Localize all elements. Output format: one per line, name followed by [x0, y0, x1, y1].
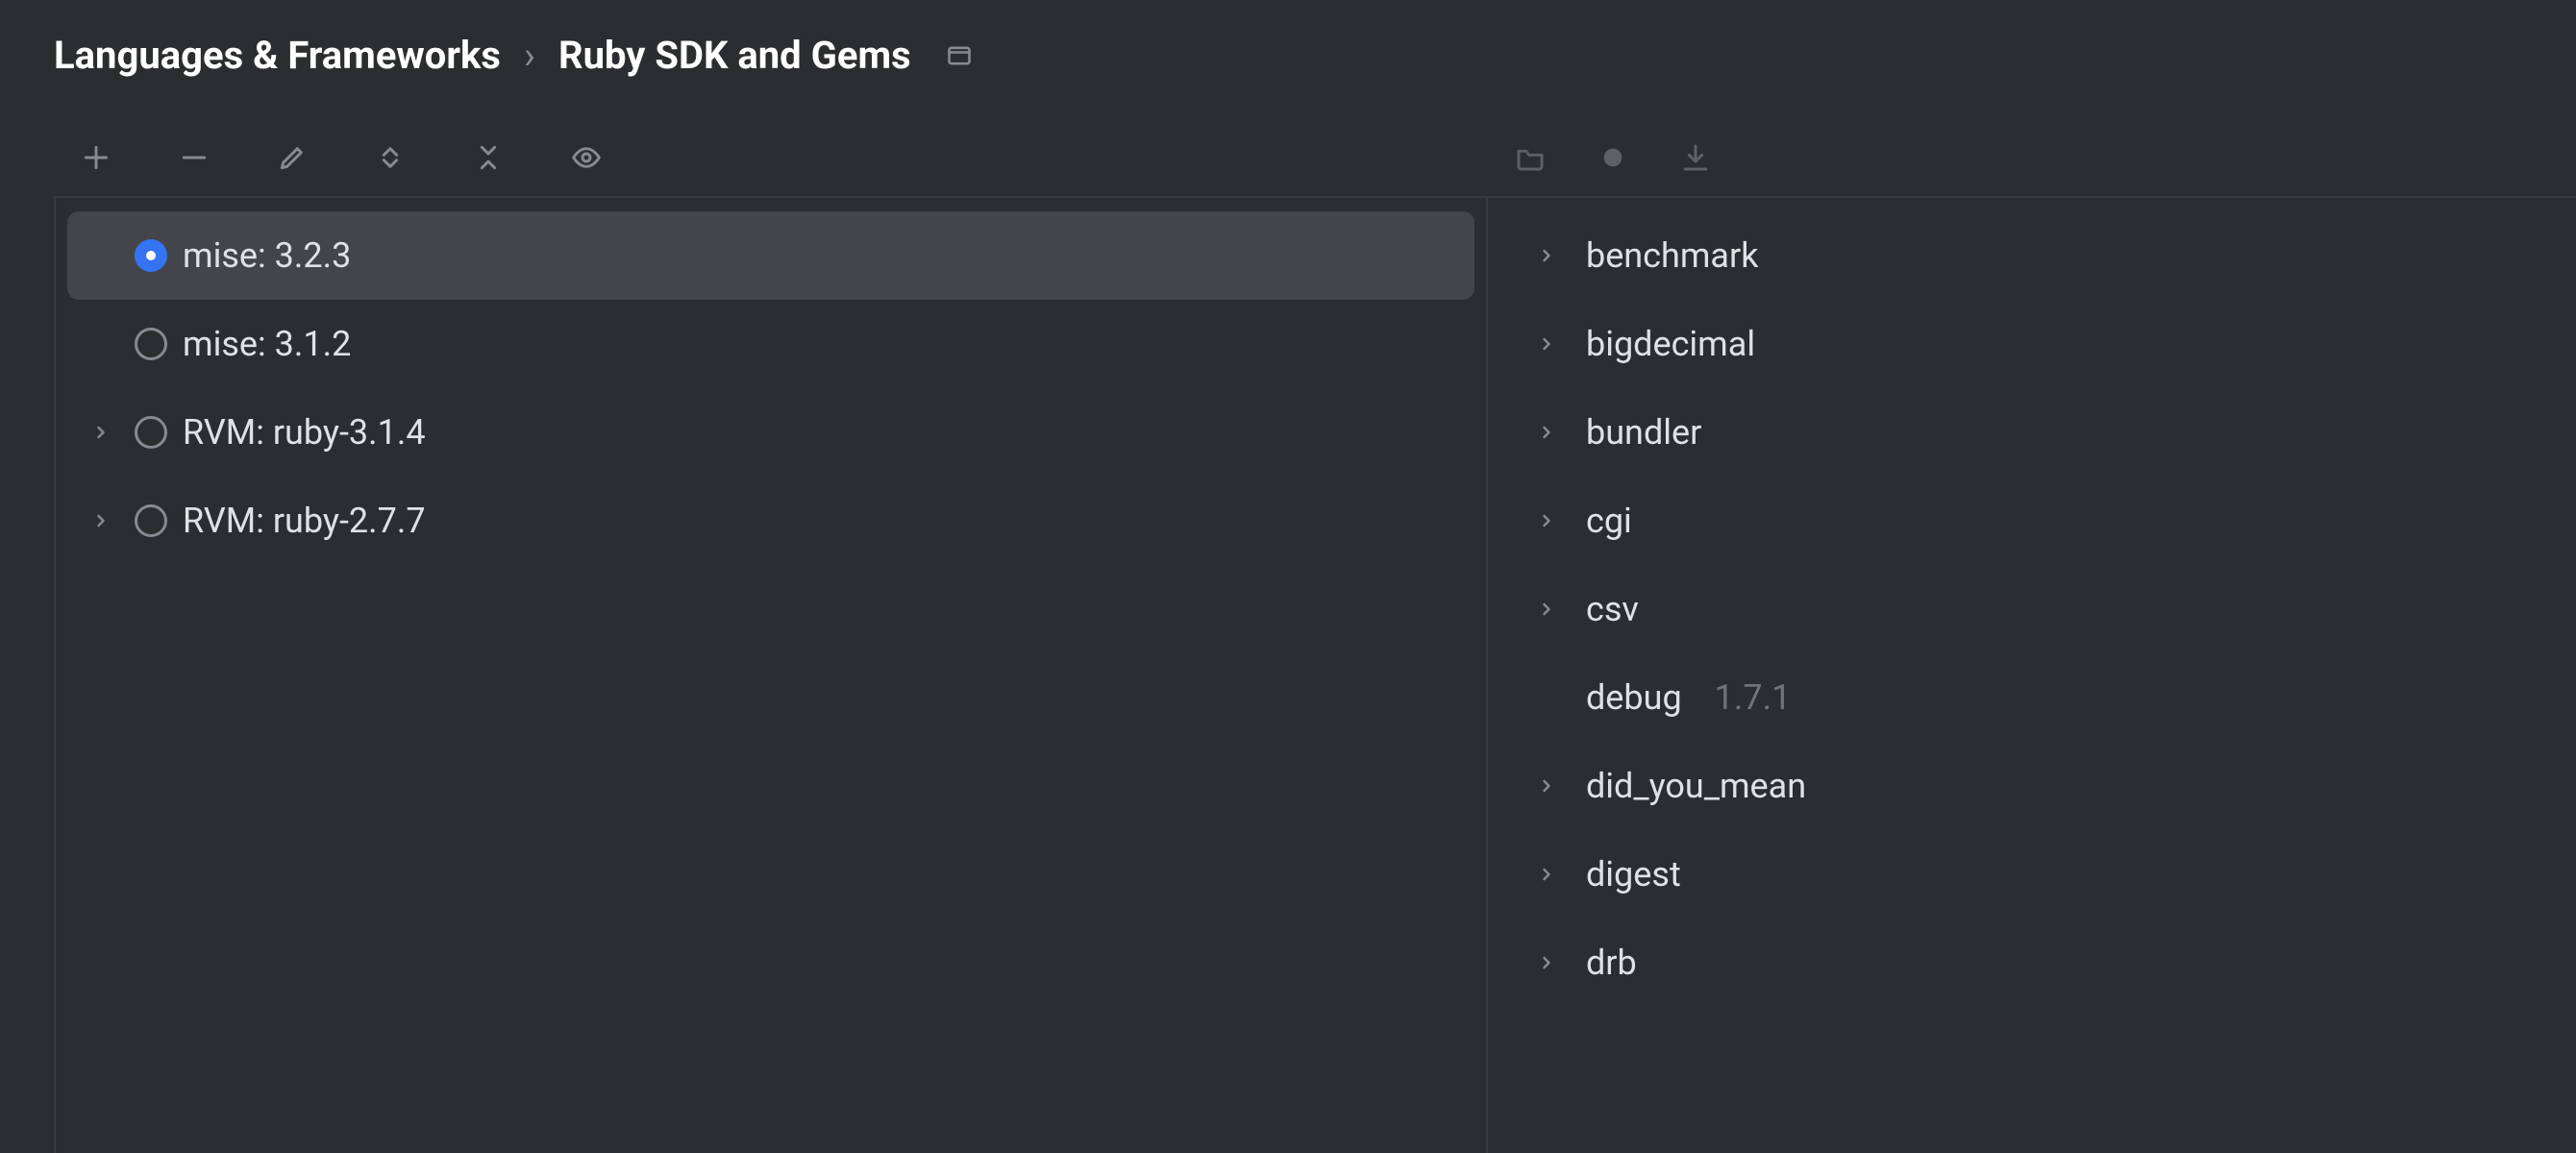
folder-icon[interactable]	[1503, 129, 1557, 186]
gem-row[interactable]: drb	[1511, 919, 2576, 1007]
expand-chevron-icon[interactable]	[1528, 865, 1565, 884]
expand-chevron-icon[interactable]	[83, 423, 119, 442]
expand-all-icon[interactable]	[361, 129, 419, 186]
sdk-row[interactable]: mise: 3.2.3	[67, 211, 1474, 300]
gem-row[interactable]: benchmark	[1511, 211, 2576, 300]
breadcrumb-root[interactable]: Languages & Frameworks	[54, 33, 501, 78]
sdk-radio[interactable]	[135, 504, 167, 537]
expand-chevron-icon[interactable]	[1528, 600, 1565, 619]
open-in-window-icon[interactable]	[946, 42, 973, 69]
sdk-toolbar	[67, 119, 615, 196]
gem-row[interactable]: bigdecimal	[1511, 300, 2576, 388]
breadcrumb: Languages & Frameworks › Ruby SDK and Ge…	[0, 0, 2576, 97]
expand-chevron-icon[interactable]	[1528, 776, 1565, 796]
collapse-all-icon[interactable]	[459, 129, 517, 186]
edit-icon[interactable]	[263, 129, 321, 186]
breadcrumb-leaf: Ruby SDK and Gems	[558, 33, 911, 78]
sdk-row[interactable]: mise: 3.1.2	[67, 300, 1474, 388]
gem-name: debug	[1586, 677, 1682, 718]
expand-chevron-icon[interactable]	[1528, 953, 1565, 972]
gem-name: benchmark	[1586, 235, 1758, 276]
expand-chevron-icon[interactable]	[1528, 423, 1565, 442]
gem-list: benchmark bigdecimal bundler cgi csv debug 1.7…	[1488, 198, 2576, 1007]
expand-chevron-icon[interactable]	[1528, 246, 1565, 265]
gem-name: cgi	[1586, 501, 1632, 541]
sdk-label: RVM: ruby-2.7.7	[183, 501, 426, 541]
gem-row[interactable]: bundler	[1511, 388, 2576, 477]
sdk-list: mise: 3.2.3 mise: 3.1.2 RVM: ruby-3.1.4 RVM…	[56, 198, 1486, 565]
gem-row[interactable]: cgi	[1511, 477, 2576, 565]
gem-name: bigdecimal	[1586, 324, 1755, 364]
sdk-radio[interactable]	[135, 239, 167, 272]
gem-name: csv	[1586, 589, 1639, 629]
sdk-label: RVM: ruby-3.1.4	[183, 412, 426, 453]
expand-chevron-icon[interactable]	[1528, 511, 1565, 530]
expand-chevron-icon[interactable]	[83, 511, 119, 530]
gem-row[interactable]: debug 1.7.1	[1511, 653, 2576, 742]
download-icon[interactable]	[1669, 129, 1722, 186]
gem-row[interactable]: digest	[1511, 830, 2576, 919]
expand-chevron-icon[interactable]	[1528, 334, 1565, 354]
gems-toolbar	[1503, 119, 1722, 196]
show-icon[interactable]	[557, 129, 615, 186]
breadcrumb-separator: ›	[524, 33, 535, 78]
gem-name: bundler	[1586, 412, 1701, 453]
gem-name: digest	[1586, 854, 1681, 895]
sdk-label: mise: 3.1.2	[183, 324, 351, 364]
sdk-radio[interactable]	[135, 328, 167, 360]
gem-row[interactable]: did_you_mean	[1511, 742, 2576, 830]
remove-icon[interactable]	[165, 129, 223, 186]
sdk-row[interactable]: RVM: ruby-2.7.7	[67, 477, 1474, 565]
sdk-label: mise: 3.2.3	[183, 235, 351, 276]
sdk-row[interactable]: RVM: ruby-3.1.4	[67, 388, 1474, 477]
add-icon[interactable]	[67, 129, 125, 186]
gem-version: 1.7.1	[1715, 677, 1792, 718]
gem-name: drb	[1586, 943, 1637, 983]
sdk-radio[interactable]	[135, 416, 167, 449]
gem-name: did_you_mean	[1586, 766, 1806, 806]
gem-row[interactable]: csv	[1511, 565, 2576, 653]
dot-icon[interactable]	[1586, 129, 1640, 186]
